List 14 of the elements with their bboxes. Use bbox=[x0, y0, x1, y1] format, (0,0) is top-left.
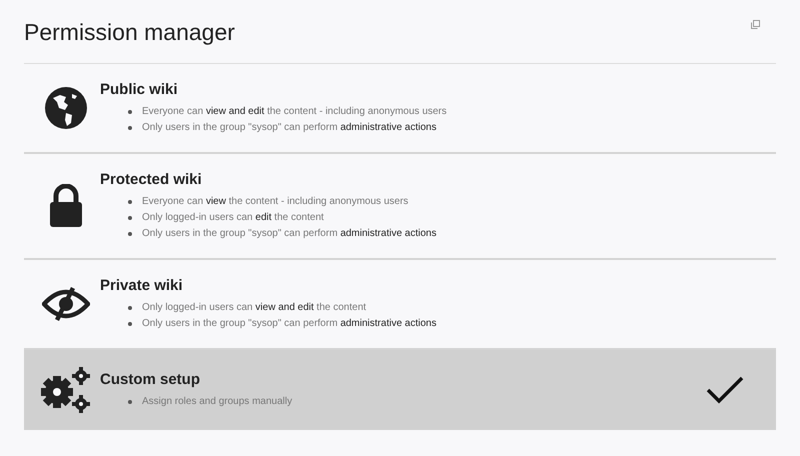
bullet-text: Only users in the group "sysop" can perform administrative actions bbox=[142, 227, 436, 241]
option-title: Public wiki bbox=[100, 80, 179, 100]
option-title: Custom setup bbox=[100, 370, 202, 390]
bullet-text: Everyone can view the content - including anonymous users bbox=[142, 195, 408, 209]
option-title: Private wiki bbox=[100, 276, 184, 296]
bullet-text: Only logged-in users can edit the content bbox=[142, 211, 324, 225]
bullet-text: Everyone can view and edit the content - including anonymous users bbox=[142, 105, 447, 119]
option-title: Protected wiki bbox=[100, 170, 203, 190]
bullet-text: Only logged-in users can view and edit the content bbox=[142, 301, 366, 315]
bullet-text: Only users in the group "sysop" can perform administrative actions bbox=[142, 317, 436, 331]
bullet-text: Only users in the group "sysop" can perform administrative actions bbox=[142, 121, 436, 135]
option-card[interactable]: Custom setup Assign roles and groups manually bbox=[24, 350, 776, 430]
bullet-text: Assign roles and groups manually bbox=[142, 395, 292, 409]
page-title: Permission manager bbox=[24, 18, 235, 47]
